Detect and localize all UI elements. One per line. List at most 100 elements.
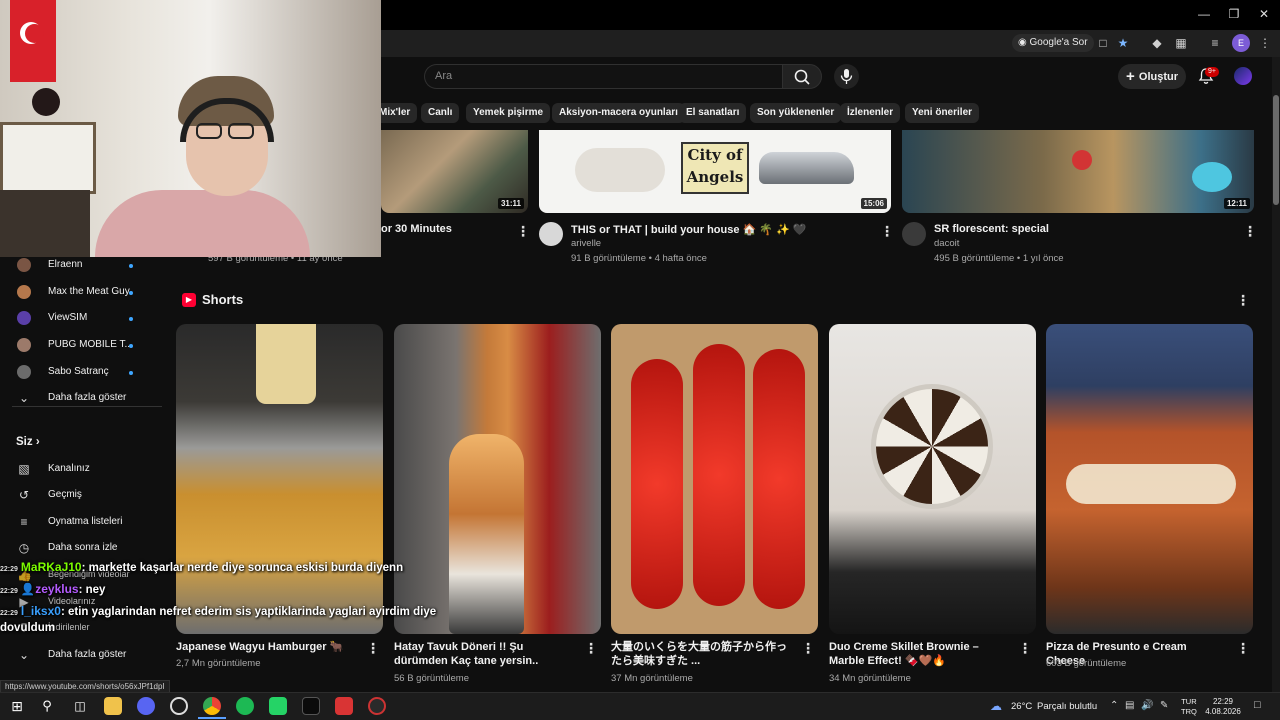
sidebar-item-watch-later[interactable]: ◷ Daha sonra izle	[0, 536, 170, 562]
video-title[interactable]: or 30 Minutes	[381, 223, 452, 235]
more-options-icon[interactable]: ⋮	[516, 223, 530, 240]
short-title[interactable]: Duo Creme Skillet Brownie – Marble Effec…	[829, 640, 1009, 668]
create-button[interactable]: + Oluştur	[1118, 64, 1186, 89]
task-view-icon[interactable]: ◫	[71, 697, 89, 715]
chat-text: dovuldum	[0, 622, 55, 634]
short-thumbnail[interactable]	[1046, 324, 1253, 634]
more-options-icon[interactable]: ⋮	[1236, 292, 1250, 309]
menu-icon[interactable]: ⋮	[1256, 34, 1274, 52]
spotify-icon[interactable]	[236, 697, 254, 715]
search-icon	[794, 69, 810, 85]
chip-live[interactable]: Canlı	[421, 103, 460, 123]
account-avatar[interactable]	[1234, 67, 1252, 85]
weather-icon: ☁	[990, 699, 1002, 713]
profile-icon[interactable]: E	[1232, 34, 1250, 52]
flag-crescent-inner	[25, 24, 44, 43]
more-options-icon[interactable]: ⋮	[1018, 640, 1032, 657]
chip-crafts[interactable]: El sanatları	[679, 103, 747, 123]
pen-icon[interactable]: ✎	[1160, 700, 1168, 711]
puzzle-icon[interactable]: ▦	[1172, 34, 1190, 52]
search-input[interactable]: Ara	[424, 64, 782, 89]
sidebar-item-your-channel[interactable]: ▧ Kanalınız	[0, 457, 170, 483]
restore-icon[interactable]: ❐	[1224, 6, 1244, 22]
short-title[interactable]: 大量のいくらを大量の筋子から作ったら美味すぎた ...	[611, 640, 794, 668]
chat-message: dovuldum	[0, 622, 55, 634]
short-thumbnail[interactable]	[176, 324, 383, 634]
terminal-icon[interactable]	[302, 697, 320, 715]
more-options-icon[interactable]: ⋮	[880, 223, 894, 240]
tray-chevron-icon[interactable]: ⌃	[1110, 700, 1118, 711]
search-icon[interactable]: ⚲	[38, 697, 56, 715]
chip-action-adventure[interactable]: Aksiyon-macera oyunları	[552, 103, 685, 123]
short-title[interactable]: Japanese Wagyu Hamburger 🐂	[176, 640, 356, 654]
sidebar-item-viewsim[interactable]: ViewSIM	[0, 306, 170, 332]
discord-icon[interactable]	[137, 697, 155, 715]
new-content-dot	[129, 264, 133, 268]
chip-new-to-you[interactable]: Yeni öneriler	[905, 103, 980, 123]
video-title[interactable]: THIS or THAT | build your house 🏠 🌴 ✨ 🖤	[571, 223, 807, 236]
video-channel[interactable]: arivelle	[571, 238, 601, 249]
install-icon[interactable]: □	[1094, 34, 1112, 52]
minimize-icon[interactable]: —	[1194, 6, 1214, 22]
clock[interactable]: 22:29 4.08.2026	[1200, 697, 1246, 717]
video-channel[interactable]: dacoit	[934, 238, 959, 249]
network-icon[interactable]: ▤	[1125, 700, 1134, 711]
sidebar-you-heading[interactable]: Siz ›	[16, 436, 40, 448]
scrollbar-thumb[interactable]	[1273, 95, 1279, 205]
sidebar-item-sabo-satranc[interactable]: Sabo Satranç	[0, 360, 170, 386]
more-options-icon[interactable]: ⋮	[584, 640, 598, 657]
bookmark-star-icon[interactable]: ★	[1114, 34, 1132, 52]
voice-search-button[interactable]	[834, 64, 859, 89]
sidebar-show-more[interactable]: ⌄ Daha fazla göster	[0, 386, 170, 412]
volume-icon[interactable]: 🔊	[1141, 700, 1153, 711]
sidebar-item-playlists[interactable]: ≡ Oynatma listeleri	[0, 510, 170, 536]
chatgpt-icon[interactable]	[170, 697, 188, 715]
scrollbar-track[interactable]	[1272, 57, 1280, 692]
obs-icon[interactable]	[368, 697, 386, 715]
app-icon[interactable]	[335, 697, 353, 715]
chip-recently-uploaded[interactable]: Son yüklenenler	[750, 103, 842, 123]
more-options-icon[interactable]: ⋮	[1236, 640, 1250, 657]
video-thumbnail[interactable]: 31:11	[381, 130, 528, 213]
file-explorer-icon[interactable]	[104, 697, 122, 715]
channel-avatar[interactable]	[539, 222, 563, 246]
close-icon[interactable]: ✕	[1254, 6, 1274, 22]
chrome-icon[interactable]	[203, 697, 221, 715]
new-content-dot	[129, 291, 133, 295]
brownie-jar-image	[871, 384, 993, 509]
more-options-icon[interactable]: ⋮	[801, 640, 815, 657]
channel-avatar	[17, 338, 31, 352]
short-thumbnail[interactable]	[611, 324, 818, 634]
sidebar-item-max-the-meat-guy[interactable]: Max the Meat Guy	[0, 280, 170, 306]
channel-icon: ▧	[18, 462, 30, 476]
sidebar-item-pubg-mobile[interactable]: PUBG MOBILE T...	[0, 333, 170, 359]
whatsapp-icon[interactable]	[269, 697, 287, 715]
language-indicator[interactable]: TUR TRQ	[1181, 697, 1197, 717]
chip-cooking[interactable]: Yemek pişirme	[466, 103, 551, 123]
weather-text[interactable]: Parçalı bulutlu	[1037, 701, 1097, 712]
chip-watched[interactable]: İzlenenler	[840, 103, 901, 123]
reading-list-icon[interactable]: ≡	[1206, 34, 1224, 52]
more-options-icon[interactable]: ⋮	[1243, 223, 1257, 240]
video-title[interactable]: SR florescent: special	[934, 223, 1049, 235]
notification-center-icon[interactable]: □	[1254, 699, 1261, 711]
game-weapon	[1192, 162, 1232, 192]
extension-icon[interactable]: ◆	[1148, 34, 1166, 52]
weather-temp[interactable]: 26°C	[1011, 701, 1032, 712]
more-options-icon[interactable]: ⋮	[366, 640, 380, 657]
video-thumbnail[interactable]: City of Angels 15:06	[539, 130, 891, 213]
windows-start-icon[interactable]: ⊞	[8, 697, 26, 715]
doner-wrap-image	[449, 434, 524, 634]
channel-avatar[interactable]	[902, 222, 926, 246]
search-button[interactable]	[782, 64, 822, 89]
sidebar-show-more[interactable]: ⌄ Daha fazla göster	[0, 643, 170, 669]
user-icon: 👤	[20, 584, 36, 596]
google-sor-button[interactable]: ◉ Google'a Sor	[1012, 34, 1094, 52]
short-title[interactable]: Hatay Tavuk Döneri !! Şu dürümden Kaç ta…	[394, 640, 574, 668]
video-thumbnail[interactable]: 12:11	[902, 130, 1254, 213]
short-thumbnail[interactable]	[829, 324, 1036, 634]
history-icon: ↺	[18, 488, 30, 502]
sidebar-item-history[interactable]: ↺ Geçmiş	[0, 483, 170, 509]
active-app-indicator	[198, 717, 226, 719]
short-thumbnail[interactable]	[394, 324, 601, 634]
